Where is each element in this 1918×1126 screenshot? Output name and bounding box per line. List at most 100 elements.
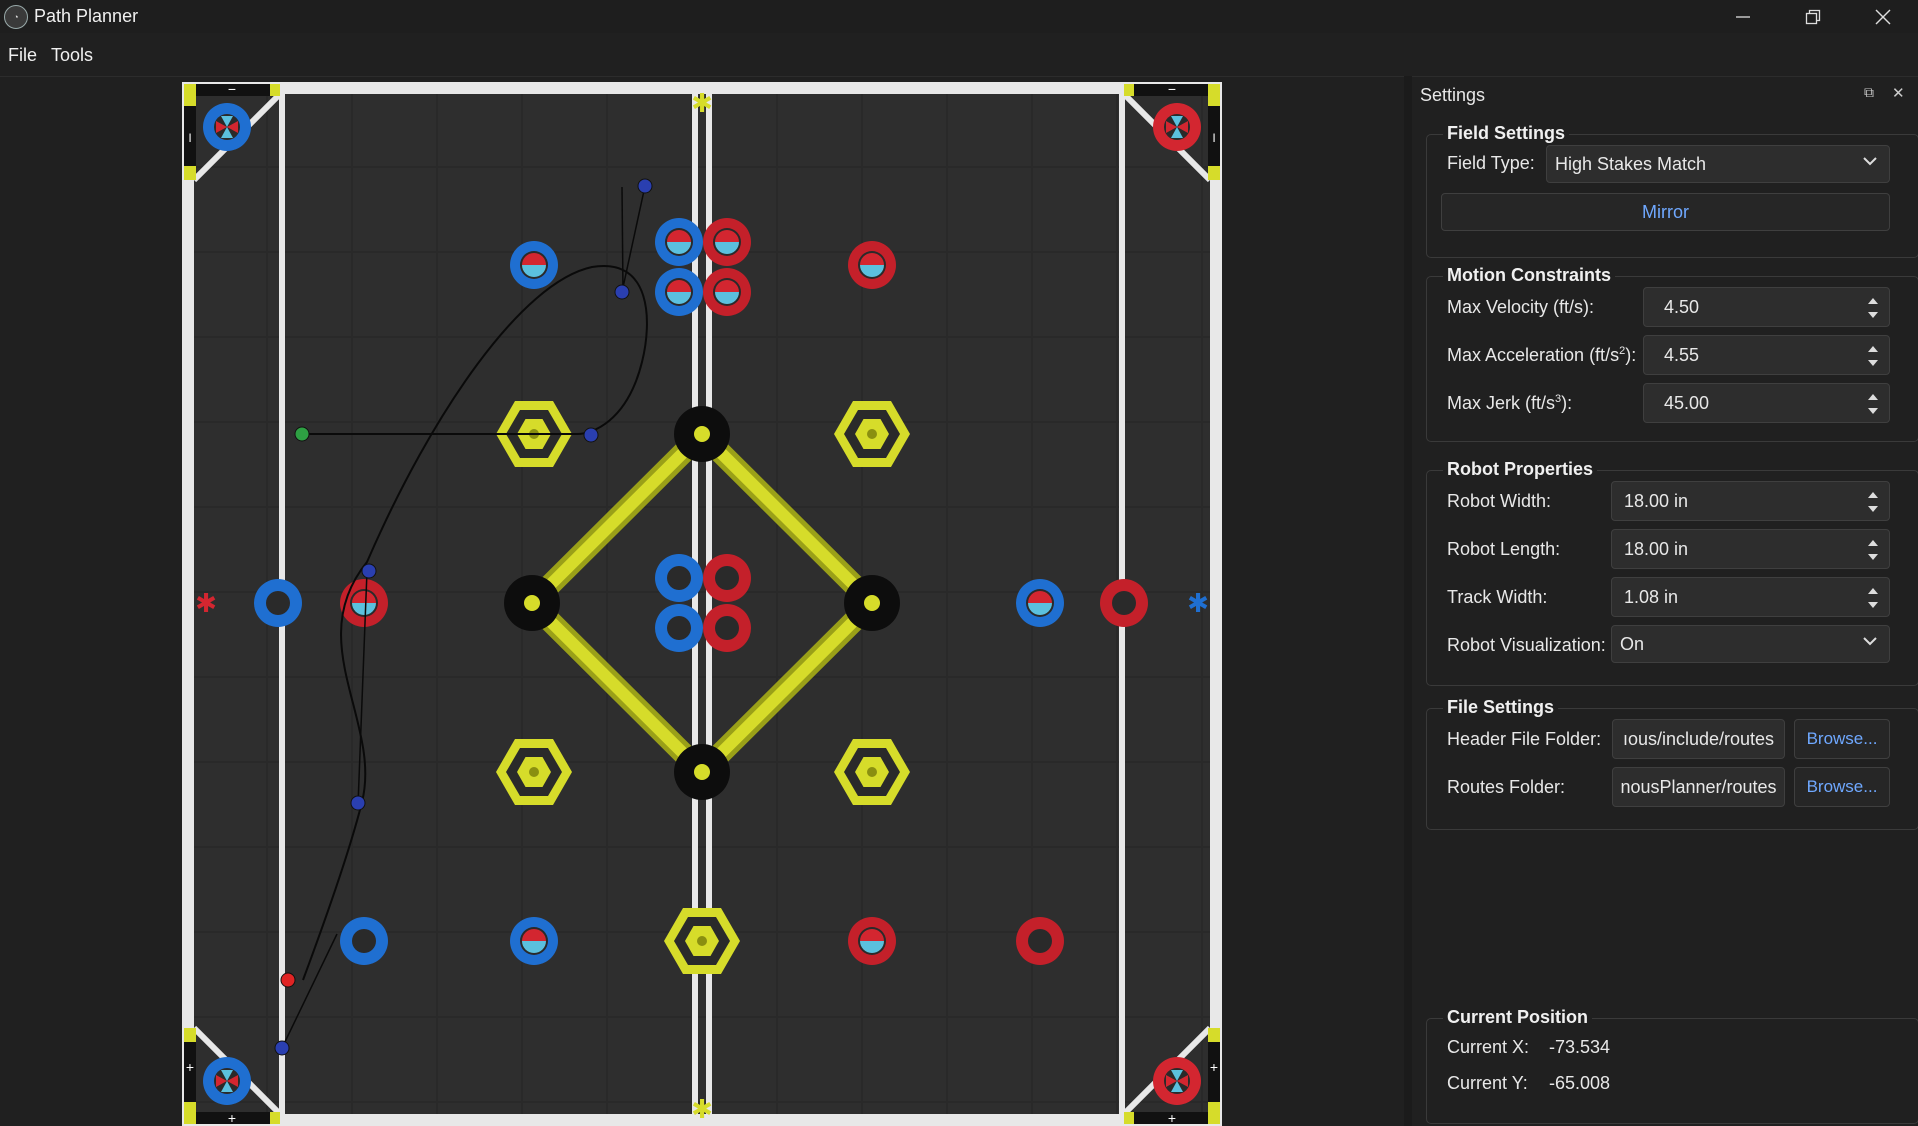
- spin-arrows-icon[interactable]: [1867, 536, 1879, 564]
- header-folder-label: Header File Folder:: [1447, 729, 1602, 749]
- close-icon[interactable]: ✕: [1892, 84, 1905, 102]
- routes-folder-input[interactable]: nousPlanner/routes: [1612, 767, 1785, 807]
- path-control-point[interactable]: [637, 178, 653, 194]
- current-x-label: Current X:: [1447, 1037, 1530, 1057]
- max-jerk-spinbox[interactable]: 45.00: [1643, 383, 1890, 423]
- spin-arrows-icon[interactable]: [1867, 584, 1879, 612]
- corner-ring-stack: [203, 1057, 251, 1105]
- corner-sign: −: [228, 82, 236, 97]
- header-browse-button[interactable]: Browse...: [1794, 719, 1890, 759]
- ring: [340, 917, 388, 965]
- robot-length-value: 18.00 in: [1624, 538, 1689, 559]
- minimize-icon: [1736, 15, 1750, 18]
- max-velocity-label: Max Velocity (ft/s):: [1447, 297, 1595, 317]
- robot-properties-title: Robot Properties: [1443, 459, 1598, 480]
- robot-visualization-value: On: [1620, 633, 1645, 654]
- path-control-point[interactable]: [350, 795, 366, 811]
- corner-sign: +: [228, 1110, 236, 1126]
- motion-constraints-title: Motion Constraints: [1443, 265, 1615, 286]
- menu-separator: [0, 76, 1918, 77]
- ring-stack: [510, 917, 558, 965]
- label-part: ):: [1625, 345, 1637, 365]
- label-part: Max Jerk (ft/s: [1447, 393, 1556, 413]
- routes-browse-button[interactable]: Browse...: [1794, 767, 1890, 807]
- window-title: Path Planner: [34, 6, 139, 26]
- spin-arrows-icon[interactable]: [1867, 488, 1879, 516]
- ring-stack: [340, 579, 388, 627]
- corner-sign: −: [1168, 82, 1176, 97]
- corner-sign: I: [188, 131, 191, 145]
- field-canvas[interactable]: − I − I + + + + ✱ ✱ ✱ ✱: [182, 82, 1222, 1126]
- ring-stack: [655, 218, 703, 266]
- path-control-point[interactable]: [361, 563, 377, 579]
- control-handle-line: [621, 186, 624, 293]
- minimize-button[interactable]: [1708, 0, 1778, 33]
- path-start-point[interactable]: [294, 426, 310, 442]
- dock-splitter[interactable]: [1404, 76, 1412, 1126]
- robot-width-spinbox[interactable]: 18.00 in: [1611, 481, 1890, 521]
- path-control-point[interactable]: [274, 1040, 290, 1056]
- robot-width-label: Robot Width:: [1447, 491, 1552, 511]
- ring: [1100, 579, 1148, 627]
- corner-sign: I: [1212, 131, 1215, 145]
- ring-stack: [848, 917, 896, 965]
- file-settings-title: File Settings: [1443, 697, 1559, 718]
- max-velocity-spinbox[interactable]: 4.50: [1643, 287, 1890, 327]
- blue-alliance-stake-icon: ✱: [1187, 589, 1209, 619]
- close-icon: [1875, 9, 1891, 24]
- routes-folder-label: Routes Folder:: [1447, 777, 1566, 797]
- menu-file[interactable]: File: [8, 45, 37, 66]
- max-velocity-value: 4.50: [1664, 296, 1700, 317]
- max-jerk-value: 45.00: [1664, 392, 1710, 413]
- path-end-point[interactable]: [280, 972, 296, 988]
- field-settings-group: Field Settings Field Type: High Stakes M…: [1426, 123, 1918, 258]
- robot-length-label: Robot Length:: [1447, 539, 1561, 559]
- corner-ring-stack: [1153, 103, 1201, 151]
- ring: [1016, 917, 1064, 965]
- path-control-point[interactable]: [614, 284, 630, 300]
- ring-stack: [1016, 579, 1064, 627]
- field-type-label: Field Type:: [1447, 153, 1535, 173]
- title-bar: ◔ Path Planner: [0, 0, 1918, 33]
- field-type-value: High Stakes Match: [1555, 153, 1707, 174]
- red-alliance-stake-icon: ✱: [195, 589, 217, 619]
- menu-bar: File Tools: [0, 36, 1918, 74]
- ring-stack: [703, 268, 751, 316]
- wall-stake-bottom-icon: ✱: [691, 1095, 713, 1125]
- max-acceleration-value: 4.55: [1664, 344, 1700, 365]
- track-width-value: 1.08 in: [1624, 586, 1679, 607]
- float-icon[interactable]: ⧉: [1864, 84, 1874, 101]
- spin-arrows-icon[interactable]: [1867, 294, 1879, 322]
- ring-stack: [655, 268, 703, 316]
- close-window-button[interactable]: [1848, 0, 1918, 33]
- path-control-point[interactable]: [583, 427, 599, 443]
- corner-sign: +: [1168, 1110, 1176, 1126]
- corner-ring-stack: [203, 103, 251, 151]
- corner-ring-stack: [1153, 1057, 1201, 1105]
- header-folder-input[interactable]: ıous/include/routes: [1612, 719, 1785, 759]
- robot-length-spinbox[interactable]: 18.00 in: [1611, 529, 1890, 569]
- ring: [703, 604, 751, 652]
- robot-visualization-label: Robot Visualization:: [1447, 635, 1606, 655]
- spin-arrows-icon[interactable]: [1867, 390, 1879, 418]
- mirror-button[interactable]: Mirror: [1441, 193, 1890, 231]
- ring: [703, 554, 751, 602]
- file-settings-group: File Settings Header File Folder: ıous/i…: [1426, 697, 1918, 830]
- menu-tools[interactable]: Tools: [51, 45, 93, 66]
- ring: [254, 579, 302, 627]
- settings-title: Settings: [1420, 85, 1486, 105]
- robot-properties-group: Robot Properties Robot Width: 18.00 in R…: [1426, 459, 1918, 686]
- max-acceleration-spinbox[interactable]: 4.55: [1643, 335, 1890, 375]
- restore-button[interactable]: [1778, 0, 1848, 33]
- ring-stack: [510, 241, 558, 289]
- robot-visualization-select[interactable]: On: [1611, 625, 1890, 663]
- track-width-spinbox[interactable]: 1.08 in: [1611, 577, 1890, 617]
- field-type-select[interactable]: High Stakes Match: [1546, 145, 1890, 183]
- ring: [655, 554, 703, 602]
- spin-arrows-icon[interactable]: [1867, 342, 1879, 370]
- wall-stake-top-icon: ✱: [691, 89, 713, 119]
- chevron-down-icon: [1863, 157, 1877, 166]
- corner-sign: +: [1210, 1059, 1218, 1075]
- motion-constraints-group: Motion Constraints Max Velocity (ft/s): …: [1426, 265, 1918, 442]
- current-position-title: Current Position: [1443, 1007, 1593, 1028]
